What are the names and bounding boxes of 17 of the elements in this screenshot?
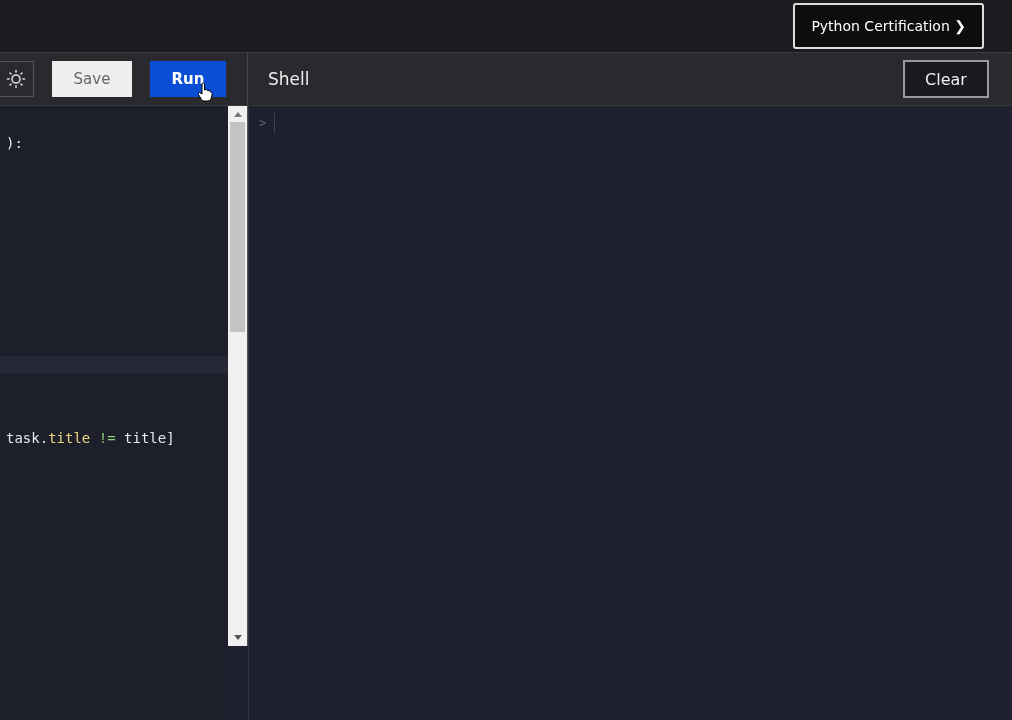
run-button[interactable]: Run <box>150 61 226 97</box>
scrollbar[interactable] <box>228 106 248 646</box>
scrollbar-thumb[interactable] <box>230 122 245 332</box>
scroll-up-icon[interactable] <box>233 111 242 117</box>
certification-button[interactable]: Python Certification ❯ <box>793 3 984 49</box>
shell-title: Shell <box>268 69 310 89</box>
shell-prompt: > <box>259 116 267 130</box>
clear-button[interactable]: Clear <box>903 60 989 98</box>
code-line: ): <box>5 135 23 152</box>
text-cursor <box>274 113 276 133</box>
save-button[interactable]: Save <box>52 61 132 97</box>
sun-icon <box>6 69 26 89</box>
hand-cursor-icon <box>197 82 213 102</box>
theme-toggle-button[interactable] <box>0 61 34 97</box>
scroll-down-icon[interactable] <box>233 635 242 641</box>
code-line: task.title != title] <box>5 430 175 447</box>
code-editor[interactable]: ): task.title != title] <box>0 106 228 720</box>
